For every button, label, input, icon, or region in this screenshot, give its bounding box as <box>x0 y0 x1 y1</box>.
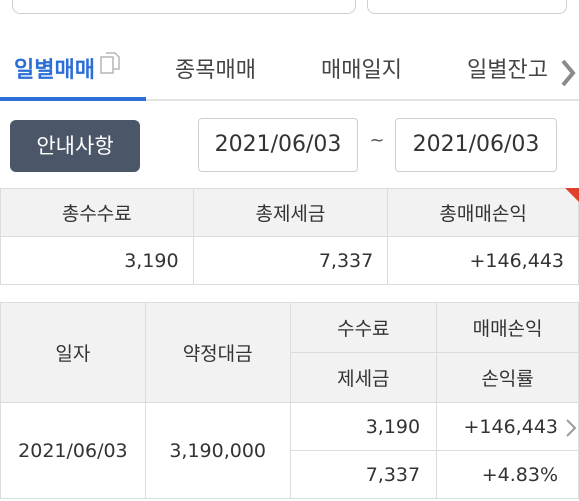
tab-daily-trades[interactable]: 일별매매 <box>14 45 121 99</box>
tab-label: 종목매매 <box>175 58 256 83</box>
active-tab-indicator <box>0 97 146 101</box>
tabs-scroll-right[interactable] <box>557 53 579 93</box>
row-date: 2021/06/03 <box>0 402 146 499</box>
header-total-pnl: 총매매손익 <box>387 188 579 237</box>
tab-stock-trades[interactable]: 종목매매 <box>175 45 256 99</box>
row-tax: 7,337 <box>289 450 438 499</box>
total-pnl-value: +146,443 <box>387 236 579 285</box>
copy-icon[interactable] <box>99 43 121 95</box>
header-rate: 손익률 <box>436 352 579 403</box>
header-pnl: 매매손익 <box>436 302 579 353</box>
corner-flag-icon <box>565 188 579 202</box>
start-date-field[interactable]: 2021/06/03 <box>198 118 358 172</box>
total-fee-value: 3,190 <box>0 236 194 285</box>
summary-table: 총수수료 총제세금 총매매손익 3,190 7,337 +146,443 <box>0 188 579 285</box>
daily-table: 일자 약정대금 수수료 매매손익 제세금 손익률 2021/06/03 3,19… <box>0 302 579 499</box>
tab-trade-journal[interactable]: 매매일지 <box>321 45 402 99</box>
end-date-field[interactable]: 2021/06/03 <box>395 118 557 172</box>
total-tax-value: 7,337 <box>192 236 389 285</box>
row-pnl: +146,443 <box>436 402 579 451</box>
date-range-separator: ~ <box>369 130 385 151</box>
table-row[interactable]: 2021/06/03 3,190,000 3,190 +146,443 <box>0 402 579 499</box>
row-detail-chevron-icon[interactable] <box>565 417 577 445</box>
header-tax: 제세금 <box>289 352 438 403</box>
header-amount: 약정대금 <box>144 302 291 403</box>
notice-button[interactable]: 안내사항 <box>10 120 140 172</box>
row-amount: 3,190,000 <box>144 402 291 499</box>
tab-label: 일별매매 <box>14 58 95 83</box>
tab-daily-balance[interactable]: 일별잔고 <box>467 45 548 99</box>
header-fee: 수수료 <box>289 302 438 353</box>
top-select-left[interactable] <box>12 0 356 14</box>
header-total-fee: 총수수료 <box>0 188 194 237</box>
chevron-right-icon <box>561 59 576 87</box>
row-rate: +4.83% <box>436 450 579 499</box>
row-fee: 3,190 <box>289 402 438 451</box>
header-total-tax: 총제세금 <box>192 188 389 237</box>
tab-label: 매매일지 <box>321 58 402 83</box>
tab-label: 일별잔고 <box>467 58 548 83</box>
top-select-right[interactable] <box>367 0 567 14</box>
tab-bar: 일별매매 종목매매 매매일지 일별잔고 <box>0 45 579 101</box>
header-date: 일자 <box>0 302 146 403</box>
